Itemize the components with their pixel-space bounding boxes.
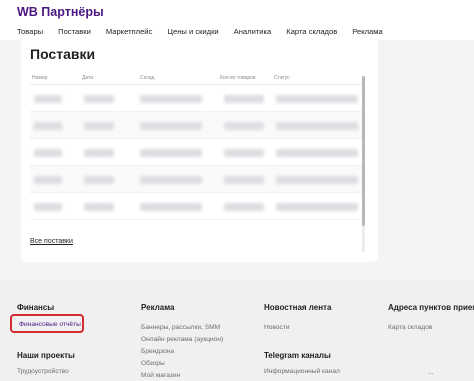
- blurred-cell: [276, 95, 358, 103]
- footer-pickup-title: Адреса пунктов приема: [388, 303, 474, 312]
- table-row[interactable]: [30, 166, 362, 193]
- blurred-cell: [84, 149, 114, 157]
- table-row[interactable]: [30, 139, 362, 166]
- blurred-cell: [224, 149, 264, 157]
- footer-link-brandzone[interactable]: Брендзона: [141, 346, 223, 358]
- footer-link-online-ads[interactable]: Онлайн реклама (аукцион): [141, 334, 223, 346]
- footer-link-my-shop[interactable]: Мой магазин: [141, 370, 223, 381]
- footer-projects-title: Наши проекты: [17, 351, 75, 360]
- blurred-cell: [140, 203, 202, 211]
- footer-col-ads: Реклама Баннеры, рассылки, SMM Онлайн ре…: [141, 303, 223, 381]
- main-nav: Товары Поставки Маркетплейс Цены и скидк…: [17, 27, 398, 36]
- scrollbar-thumb[interactable]: [362, 76, 365, 226]
- table-header: Номер Дата Склад Кол-во товаров Статус: [30, 73, 362, 85]
- column-number: Номер: [32, 75, 48, 81]
- footer-telegram-more: ...: [428, 367, 434, 379]
- blurred-cell: [224, 95, 264, 103]
- column-warehouse: Склад: [140, 75, 155, 81]
- blurred-cell: [224, 203, 264, 211]
- blurred-cell: [34, 122, 62, 130]
- footer-news-title: Новостная лента: [264, 303, 332, 312]
- blurred-cell: [34, 95, 62, 103]
- blurred-cell: [276, 149, 358, 157]
- all-supplies-link[interactable]: Все поставки: [30, 238, 73, 245]
- column-quantity: Кол-во товаров: [220, 75, 256, 81]
- footer-finance-title: Финансы: [17, 303, 55, 312]
- nav-item-marketplace[interactable]: Маркетплейс: [106, 27, 153, 36]
- supplies-table: Номер Дата Склад Кол-во товаров Статус: [30, 73, 362, 220]
- blurred-cell: [224, 122, 264, 130]
- blurred-cell: [140, 149, 202, 157]
- footer-col-projects: Наши проекты Трудоустройство: [17, 351, 75, 378]
- top-header: WB Партнёры Товары Поставки Маркетплейс …: [0, 0, 474, 40]
- financial-reports-link[interactable]: Финансовые отчёты: [19, 321, 81, 328]
- footer: Финансы Финансовые отчёты Наши проекты Т…: [0, 281, 474, 381]
- blurred-cell: [140, 122, 202, 130]
- table-scrollbar[interactable]: [362, 76, 365, 252]
- column-date: Дата: [82, 75, 94, 81]
- footer-link-banners[interactable]: Баннеры, рассылки, SMM: [141, 322, 223, 334]
- table-row[interactable]: [30, 193, 362, 220]
- blurred-cell: [224, 176, 264, 184]
- blurred-cell: [84, 176, 114, 184]
- footer-col-telegram: Telegram каналы Информационный канал: [264, 351, 340, 378]
- footer-link-employment[interactable]: Трудоустройство: [17, 366, 75, 378]
- column-status: Статус: [274, 75, 290, 81]
- supplies-card: Поставки Номер Дата Склад Кол-во товаров…: [21, 40, 378, 262]
- highlight-box: Финансовые отчёты: [10, 314, 84, 333]
- table-row[interactable]: [30, 112, 362, 139]
- nav-item-ads[interactable]: Реклама: [352, 27, 382, 36]
- nav-item-supplies[interactable]: Поставки: [58, 27, 91, 36]
- blurred-cell: [34, 176, 62, 184]
- nav-item-analytics[interactable]: Аналитика: [234, 27, 272, 36]
- footer-link-reviews[interactable]: Обзоры: [141, 358, 223, 370]
- blurred-cell: [276, 203, 358, 211]
- blurred-cell: [276, 176, 358, 184]
- blurred-cell: [84, 95, 114, 103]
- blurred-cell: [140, 95, 202, 103]
- footer-col-pickup: Адреса пунктов приема Карта складов: [388, 303, 474, 334]
- blurred-cell: [84, 203, 114, 211]
- nav-item-prices[interactable]: Цены и скидки: [167, 27, 218, 36]
- footer-col-news: Новостная лента Новости: [264, 303, 331, 334]
- nav-item-warehouse-map[interactable]: Карта складов: [286, 27, 337, 36]
- brand-logo[interactable]: WB Партнёры: [17, 5, 104, 19]
- footer-link-telegram-more[interactable]: ...: [428, 367, 434, 379]
- table-row[interactable]: [30, 85, 362, 112]
- footer-link-warehouse-map[interactable]: Карта складов: [388, 322, 474, 334]
- nav-item-products[interactable]: Товары: [17, 27, 43, 36]
- footer-telegram-title: Telegram каналы: [264, 351, 331, 360]
- footer-ads-title: Реклама: [141, 303, 175, 312]
- blurred-cell: [84, 122, 114, 130]
- footer-link-news[interactable]: Новости: [264, 322, 331, 334]
- blurred-cell: [34, 149, 62, 157]
- blurred-cell: [140, 176, 202, 184]
- blurred-cell: [276, 122, 358, 130]
- blurred-cell: [34, 203, 62, 211]
- footer-link-info-channel[interactable]: Информационный канал: [264, 366, 340, 378]
- main-content: Поставки Номер Дата Склад Кол-во товаров…: [0, 40, 474, 281]
- page-title: Поставки: [30, 46, 96, 62]
